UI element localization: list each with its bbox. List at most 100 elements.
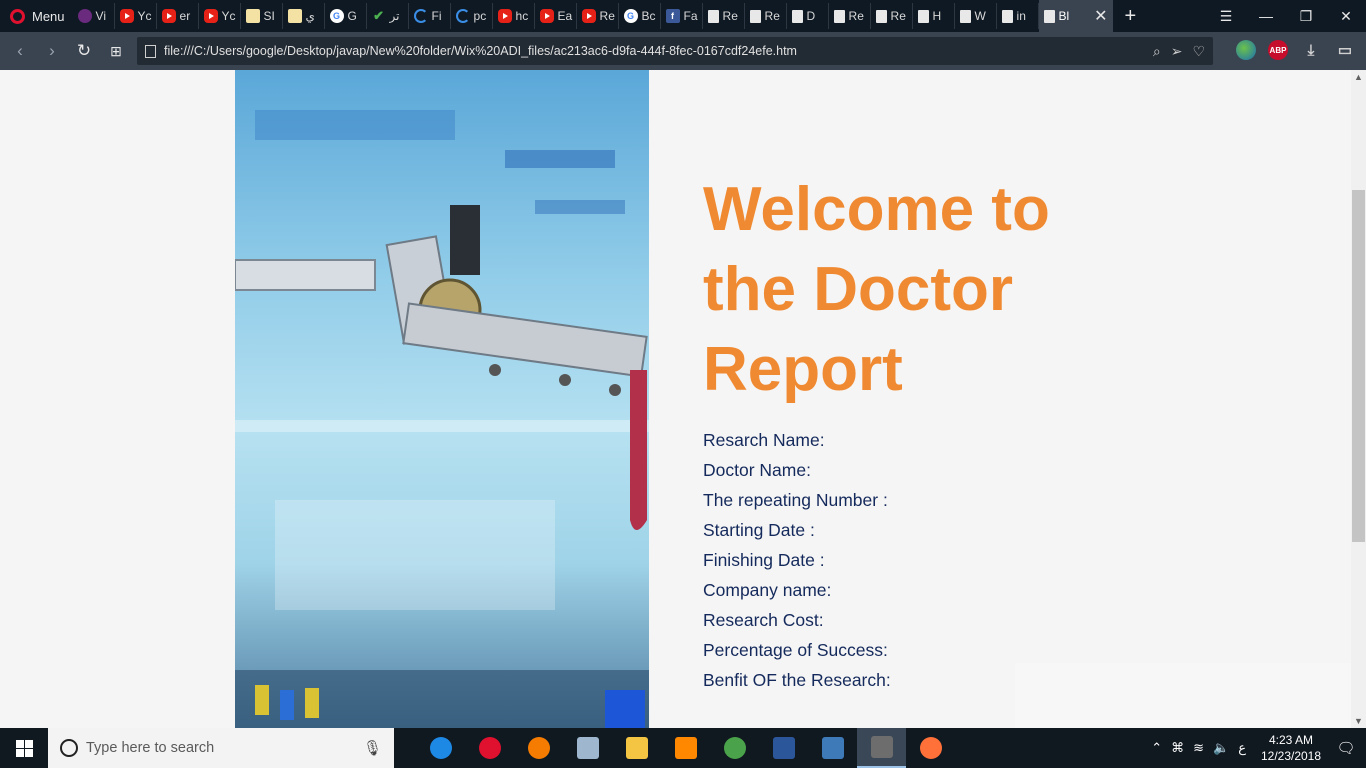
clock[interactable]: 4:23 AM 12/23/2018 bbox=[1256, 732, 1326, 764]
minimize-icon[interactable]: — bbox=[1246, 8, 1286, 24]
scroll-thumb[interactable] bbox=[1352, 190, 1365, 542]
media-player-icon bbox=[870, 736, 893, 758]
search-icon[interactable]: ⌕ bbox=[1153, 43, 1161, 60]
page-content: Welcome to the Doctor Report Resarch Nam… bbox=[0, 70, 1351, 728]
tab-label: Fi bbox=[431, 9, 442, 23]
tab-16[interactable]: Re bbox=[745, 3, 787, 29]
forward-icon[interactable]: › bbox=[36, 41, 68, 61]
tab-label: in bbox=[1016, 9, 1026, 23]
tab-5[interactable]: ي bbox=[283, 3, 325, 29]
tab-15[interactable]: Re bbox=[703, 3, 745, 29]
tab-17[interactable]: D bbox=[787, 3, 829, 29]
network-icon[interactable]: ⌘ bbox=[1171, 740, 1184, 756]
tab-19[interactable]: Re bbox=[871, 3, 913, 29]
close-tab-icon[interactable]: ✕ bbox=[1094, 6, 1107, 26]
chevron-up-icon[interactable]: ⌃ bbox=[1151, 740, 1162, 756]
report-field-label: Benfit OF the Research: bbox=[703, 670, 891, 690]
taskbar-app-edge[interactable] bbox=[416, 728, 465, 768]
tab-3[interactable]: Yc bbox=[199, 3, 241, 29]
heart-icon[interactable]: ♡ bbox=[1192, 43, 1205, 60]
url-text[interactable]: file:///C:/Users/google/Desktop/javap/Ne… bbox=[164, 44, 1153, 58]
taskbar-app-firefox[interactable] bbox=[906, 728, 955, 768]
page-title: Welcome to the Doctor Report bbox=[703, 175, 1050, 404]
tab-11[interactable]: Ea bbox=[535, 3, 577, 29]
file-explorer-icon bbox=[625, 737, 648, 759]
tab-label: Bc bbox=[641, 9, 656, 23]
page-icon bbox=[791, 9, 803, 23]
report-field-label: The repeating Number : bbox=[703, 490, 888, 510]
tab-10[interactable]: hc bbox=[493, 3, 535, 29]
scroll-down-icon[interactable]: ▼ bbox=[1354, 716, 1363, 726]
tab-22[interactable]: in bbox=[997, 3, 1039, 29]
microphone-icon[interactable]: 🎙 bbox=[363, 739, 382, 757]
wifi-icon[interactable]: ≋ bbox=[1193, 740, 1204, 756]
back-icon[interactable]: ‹ bbox=[4, 41, 36, 61]
vpn-globe-icon[interactable] bbox=[1236, 40, 1256, 60]
circle-arrow-icon bbox=[413, 9, 428, 23]
taskbar-app-opera[interactable] bbox=[465, 728, 514, 768]
tab-label: SI bbox=[263, 9, 275, 23]
tab-9[interactable]: pc bbox=[451, 3, 493, 29]
pinned-apps bbox=[416, 728, 955, 768]
tab-8[interactable]: Fi bbox=[409, 3, 451, 29]
youtube-icon bbox=[161, 9, 176, 23]
tab-14[interactable]: f Fa bbox=[661, 3, 703, 29]
battery-saver-icon[interactable]: ▭ bbox=[1334, 40, 1356, 60]
new-tab-button[interactable]: + bbox=[1113, 5, 1149, 28]
page-icon bbox=[833, 9, 845, 23]
start-button[interactable] bbox=[0, 728, 48, 768]
notifications-icon[interactable]: 🗨 bbox=[1326, 739, 1366, 757]
speed-dial-icon[interactable]: ⊞ bbox=[100, 43, 132, 60]
tab-2[interactable]: er bbox=[157, 3, 199, 29]
clock-time: 4:23 AM bbox=[1268, 733, 1314, 747]
tab-list: Vi Yc er Yc SI ي G G ✔ تر Fi pc hc Ea Re G Bc f Fa Re Re D Re R… bbox=[73, 3, 1039, 29]
note-icon bbox=[287, 9, 302, 23]
language-indicator[interactable]: ع bbox=[1238, 740, 1246, 756]
url-field[interactable]: file:///C:/Users/google/Desktop/javap/Ne… bbox=[137, 37, 1213, 65]
taskbar-app-globe-app[interactable] bbox=[710, 728, 759, 768]
report-field-label: Percentage of Success: bbox=[703, 640, 888, 660]
tab-label: Ea bbox=[557, 9, 573, 23]
tab-1[interactable]: Yc bbox=[115, 3, 157, 29]
taskbar-app-media-player[interactable] bbox=[857, 728, 906, 768]
tab-label: ي bbox=[305, 9, 315, 23]
tab-label: H bbox=[932, 9, 942, 23]
tab-label: Yc bbox=[221, 9, 236, 23]
taskbar-app-monitor-app[interactable] bbox=[563, 728, 612, 768]
tab-menu-icon[interactable]: ☰ bbox=[1206, 8, 1246, 25]
page-scrollbar[interactable]: ▲ ▼ bbox=[1351, 70, 1366, 728]
tab-13[interactable]: G Bc bbox=[619, 3, 661, 29]
close-window-icon[interactable]: ✕ bbox=[1326, 8, 1366, 25]
taskbar-app-word[interactable] bbox=[759, 728, 808, 768]
page-icon bbox=[145, 44, 156, 58]
send-icon[interactable]: ➢ bbox=[1171, 43, 1183, 60]
vlc-icon bbox=[674, 737, 697, 759]
tab-21[interactable]: W bbox=[955, 3, 997, 29]
uc-browser-icon bbox=[527, 737, 550, 759]
tab-4[interactable]: SI bbox=[241, 3, 283, 29]
taskbar-search[interactable]: Type here to search 🎙 bbox=[48, 728, 394, 768]
taskbar-app-vlc[interactable] bbox=[661, 728, 710, 768]
reload-icon[interactable]: ↻ bbox=[68, 41, 100, 61]
scroll-up-icon[interactable]: ▲ bbox=[1354, 72, 1363, 82]
cortana-icon bbox=[60, 739, 78, 757]
taskbar-app-uc-browser[interactable] bbox=[514, 728, 563, 768]
tab-active[interactable]: Bl ✕ bbox=[1038, 0, 1113, 32]
taskbar-app-bracket-app[interactable] bbox=[808, 728, 857, 768]
tab-6[interactable]: GG bbox=[325, 3, 367, 29]
tab-7[interactable]: ✔ تر bbox=[367, 3, 409, 29]
opera-menu-button[interactable]: Menu bbox=[0, 0, 73, 32]
page-icon bbox=[749, 9, 761, 23]
download-icon[interactable]: ⤓ bbox=[1300, 40, 1322, 60]
restore-icon[interactable]: ❐ bbox=[1286, 8, 1326, 25]
adblock-plus-icon[interactable]: ABP bbox=[1268, 40, 1288, 60]
tab-18[interactable]: Re bbox=[829, 3, 871, 29]
tab-20[interactable]: H bbox=[913, 3, 955, 29]
volume-icon[interactable]: 🔈 bbox=[1213, 740, 1229, 756]
opera-logo-icon bbox=[10, 8, 25, 24]
windows-logo-icon bbox=[15, 739, 33, 757]
tab-0[interactable]: Vi bbox=[73, 3, 115, 29]
taskbar-app-file-explorer[interactable] bbox=[612, 728, 661, 768]
tab-label: er bbox=[179, 9, 191, 23]
tab-12[interactable]: Re bbox=[577, 3, 619, 29]
